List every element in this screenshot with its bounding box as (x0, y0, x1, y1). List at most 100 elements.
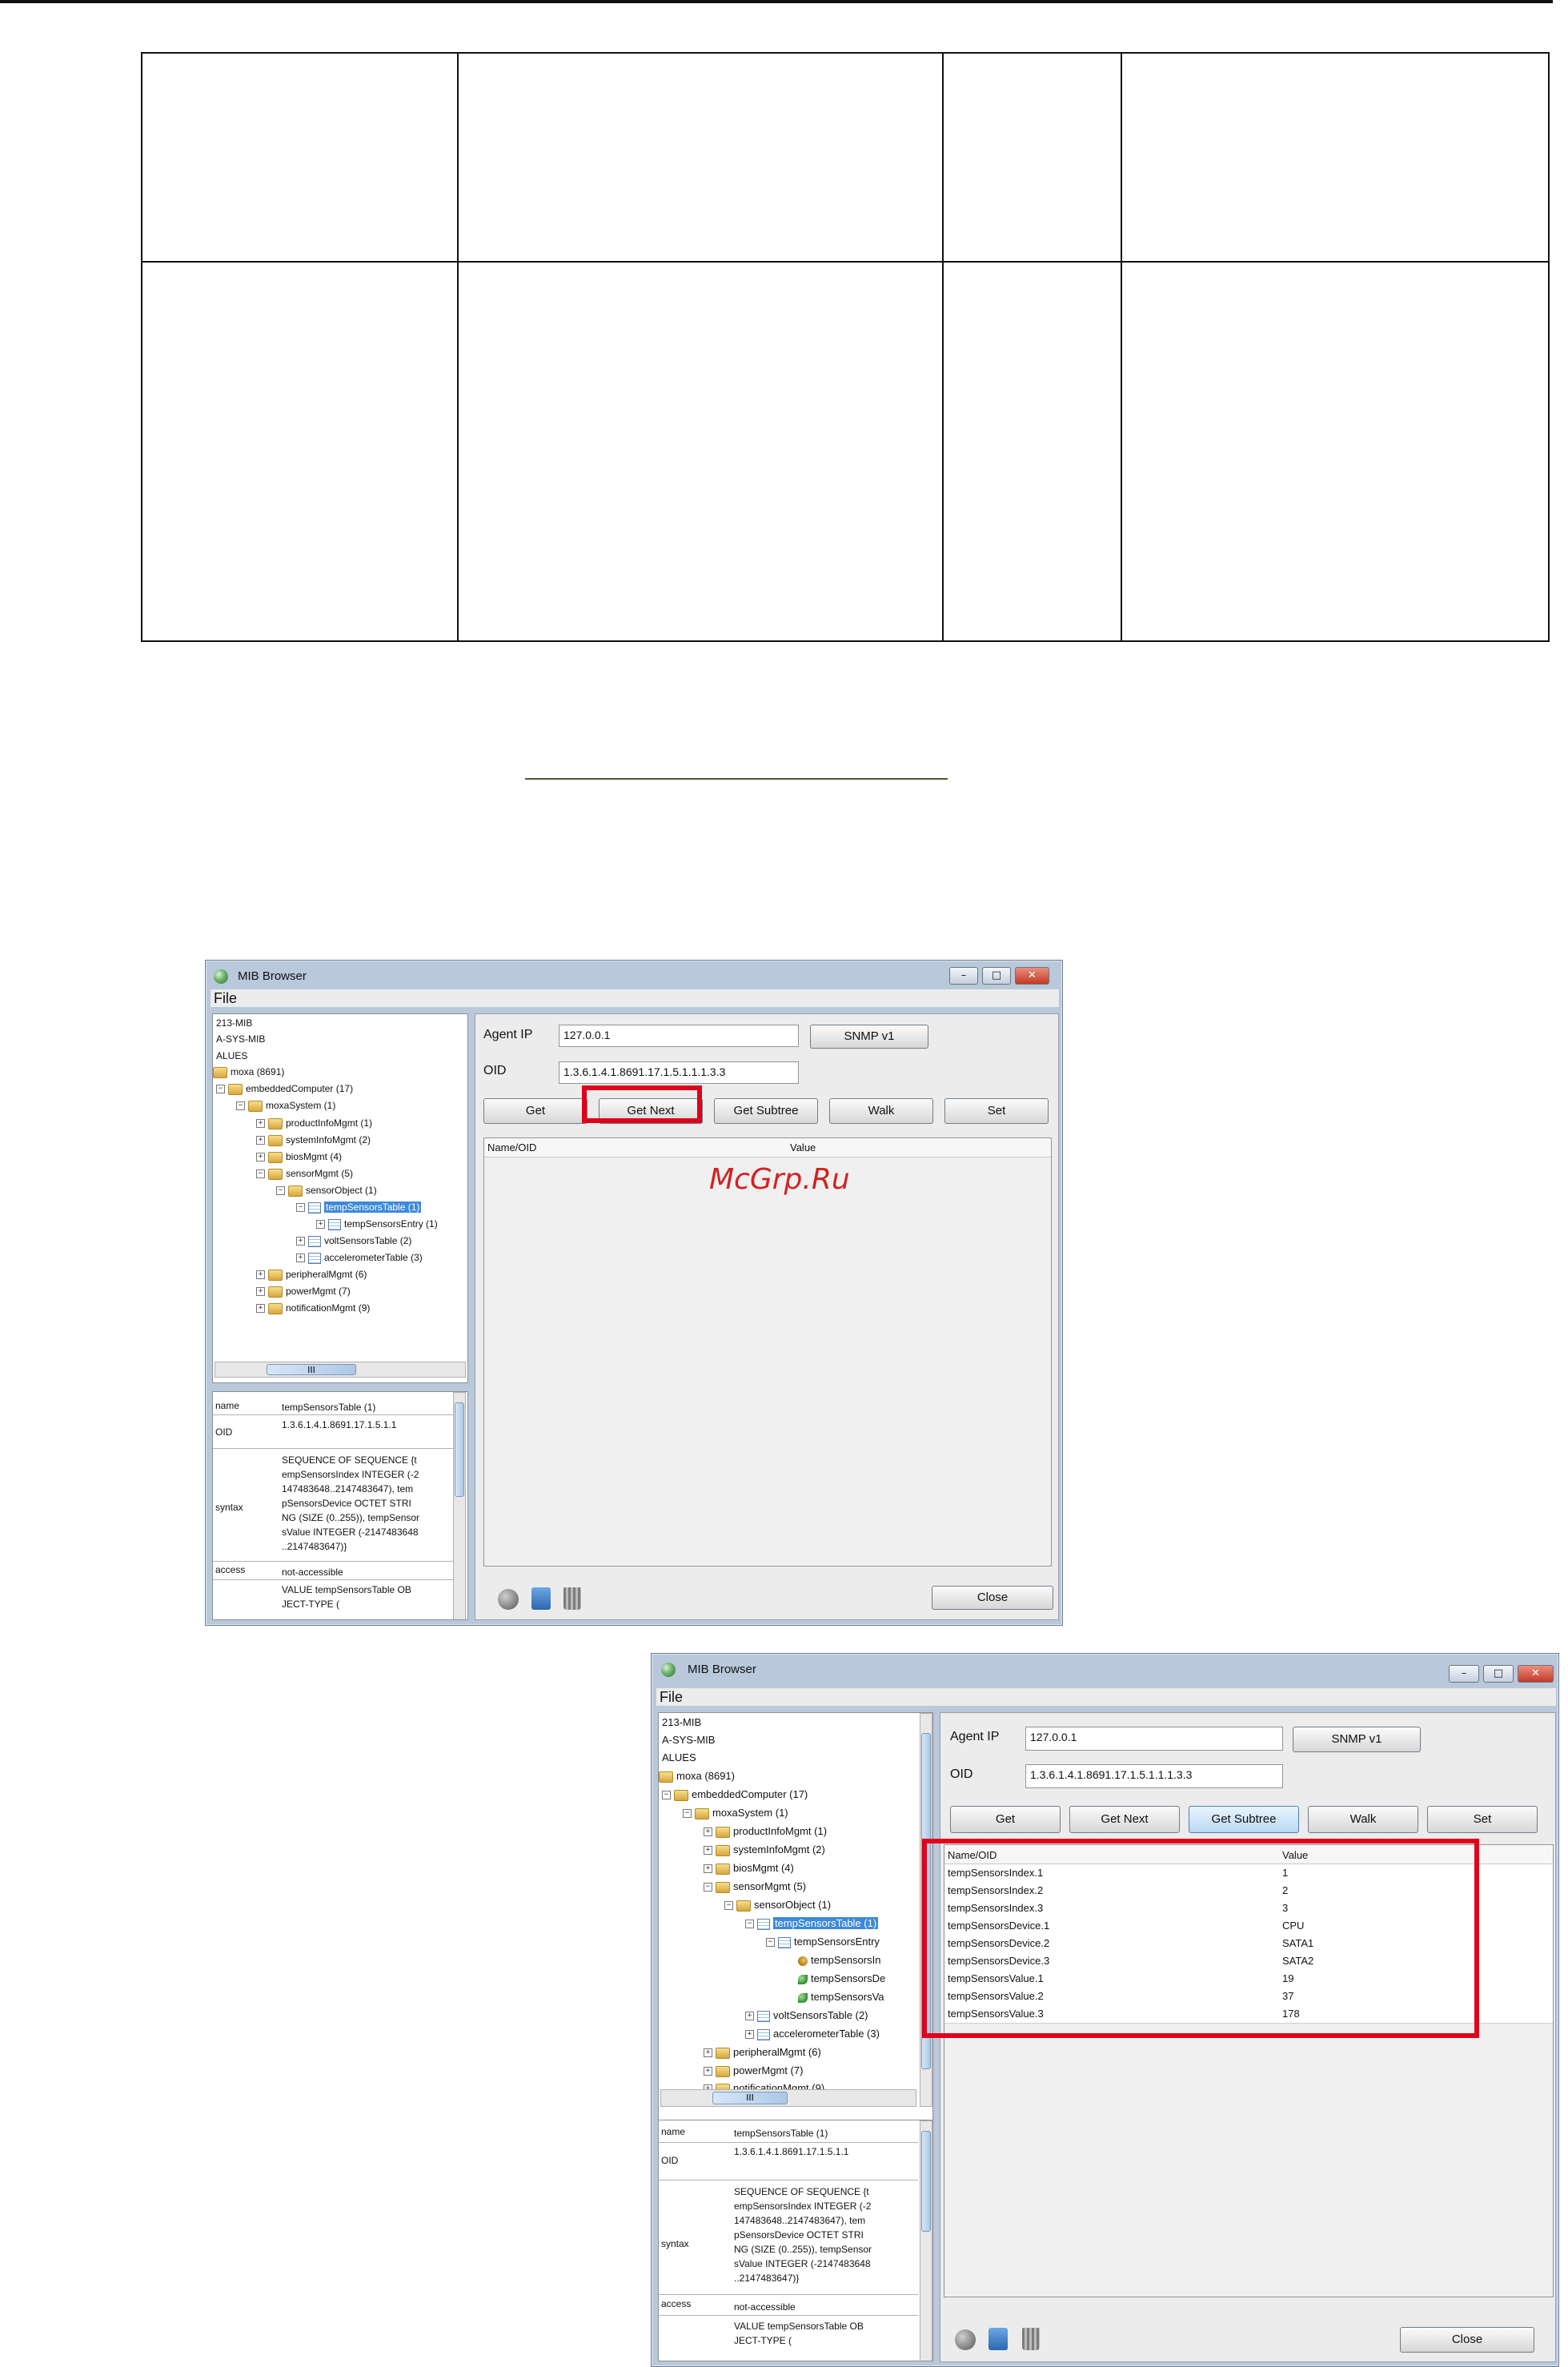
tree-horizontal-scrollbar[interactable]: III (215, 1362, 466, 1378)
menu-file[interactable]: File (214, 990, 237, 1007)
tree-item[interactable]: tempSensorsVa (798, 1990, 884, 2004)
tree-item[interactable]: A-SYS-MIB (216, 1032, 265, 1046)
tree-item[interactable]: + productInfoMgmt (1) (704, 1824, 827, 1839)
tree-item[interactable]: − sensorMgmt (5) (704, 1880, 806, 1894)
snmp-version-button[interactable]: SNMP v1 (810, 1025, 928, 1049)
maximize-button[interactable]: □ (982, 967, 1011, 985)
trash-icon[interactable] (563, 1587, 581, 1610)
table-row[interactable]: tempSensorsIndex.3 3 (944, 1900, 1553, 1918)
tree-item[interactable]: − moxaSystem (1) (683, 1806, 788, 1820)
close-window-button[interactable]: ✕ (1015, 967, 1049, 985)
tree-item[interactable]: tempSensorsIn (798, 1953, 880, 1968)
table-row[interactable]: tempSensorsValue.3 178 (944, 2005, 1553, 2024)
get-button[interactable]: Get (483, 1098, 587, 1124)
tree-item[interactable]: + voltSensorsTable (2) (745, 2008, 868, 2023)
tree-item[interactable]: − sensorObject (1) (724, 1898, 831, 1912)
close-button[interactable]: Close (1400, 2327, 1534, 2353)
minimize-button[interactable]: – (1449, 1665, 1479, 1683)
close-window-button[interactable]: ✕ (1518, 1665, 1554, 1683)
table-row[interactable]: tempSensorsValue.1 19 (944, 1970, 1553, 1988)
tree-horizontal-scrollbar[interactable]: III (660, 2089, 916, 2107)
tree-item[interactable]: + biosMgmt (4) (256, 1149, 342, 1164)
trash-icon[interactable] (1022, 2328, 1040, 2350)
tree-vertical-scrollbar[interactable] (920, 1713, 932, 2107)
oid-input[interactable]: 1.3.6.1.4.1.8691.17.1.5.1.1.1.3.3 (559, 1061, 799, 1084)
table-row[interactable]: tempSensorsDevice.1 CPU (944, 1917, 1553, 1936)
set-button[interactable]: Set (1427, 1806, 1538, 1833)
oid-input[interactable]: 1.3.6.1.4.1.8691.17.1.5.1.1.1.3.3 (1025, 1764, 1283, 1788)
set-button[interactable]: Set (944, 1098, 1049, 1124)
column-header-name-oid[interactable]: Name/OID (948, 1849, 997, 1861)
tree-item[interactable]: + voltSensorsTable (2) (296, 1234, 411, 1248)
tree-item[interactable]: + systemInfoMgmt (2) (256, 1133, 371, 1147)
column-header-value[interactable]: Value (790, 1141, 816, 1153)
stop-icon[interactable] (955, 2329, 976, 2350)
snmp-version-button[interactable]: SNMP v1 (1293, 1727, 1421, 1752)
tree-item[interactable]: − embeddedComputer (17) (662, 1787, 808, 1802)
tree-item[interactable]: + powerMgmt (7) (704, 2064, 803, 2078)
minimize-button[interactable]: – (949, 967, 978, 985)
results-table[interactable]: Name/OID Value tempSensorsIndex.1 1 tempSe… (944, 1844, 1554, 2297)
close-button[interactable]: Close (932, 1586, 1053, 1610)
get-next-button[interactable]: Get Next (599, 1098, 703, 1124)
tree-item[interactable]: moxa (8691) (213, 1065, 284, 1079)
scroll-thumb[interactable]: III (267, 1364, 356, 1375)
tree-item[interactable]: ALUES (216, 1049, 247, 1063)
agent-ip-input[interactable]: 127.0.0.1 (559, 1025, 799, 1047)
tree-item[interactable]: +notificationMgmt (9) (256, 1301, 370, 1315)
get-next-button[interactable]: Get Next (1069, 1806, 1180, 1833)
table-icon (308, 1202, 321, 1214)
maximize-button[interactable]: □ (1483, 1665, 1514, 1683)
tree-item[interactable]: tempSensorsDe (798, 1972, 885, 1986)
tree-item-selected[interactable]: − tempSensorsTable (1) (745, 1916, 879, 1931)
table-row[interactable]: tempSensorsDevice.2 SATA1 (944, 1935, 1553, 1953)
tree-item[interactable]: + tempSensorsEntry (1) (316, 1217, 438, 1231)
scroll-thumb[interactable] (921, 1733, 931, 2069)
tree-item[interactable]: − moxaSystem (1) (236, 1098, 335, 1113)
results-table[interactable]: Name/OID Value (483, 1137, 1052, 1567)
table-row[interactable]: tempSensorsIndex.2 2 (944, 1882, 1553, 1900)
result-name: tempSensorsIndex.2 (948, 1884, 1044, 1896)
tree-item[interactable]: − sensorObject (1) (276, 1183, 377, 1198)
table-row[interactable]: tempSensorsDevice.3 SATA2 (944, 1952, 1553, 1971)
tree-item[interactable]: 213-MIB (216, 1016, 252, 1030)
table-row[interactable]: tempSensorsValue.2 37 (944, 1988, 1553, 2006)
tree-item[interactable]: + powerMgmt (7) (256, 1284, 351, 1298)
properties-vertical-scrollbar[interactable] (920, 2120, 932, 2361)
agent-ip-input[interactable]: 127.0.0.1 (1025, 1727, 1283, 1751)
walk-button[interactable]: Walk (1308, 1806, 1418, 1833)
properties-vertical-scrollbar[interactable] (453, 1392, 466, 1619)
scroll-thumb[interactable]: III (712, 2092, 788, 2104)
tree-item[interactable]: + productInfoMgmt (1) (256, 1116, 372, 1130)
export-icon[interactable] (989, 2328, 1008, 2350)
result-value: CPU (1282, 1920, 1305, 1932)
folder-icon (268, 1269, 283, 1281)
export-icon[interactable] (531, 1587, 551, 1610)
scroll-thumb[interactable] (921, 2131, 931, 2232)
column-header-value[interactable]: Value (1282, 1849, 1308, 1861)
menu-file[interactable]: File (660, 1689, 683, 1706)
get-subtree-button[interactable]: Get Subtree (714, 1098, 818, 1124)
tree-item[interactable]: − sensorMgmt (5) (256, 1166, 353, 1181)
table-row[interactable]: tempSensorsIndex.1 1 (944, 1864, 1553, 1883)
column-header-name-oid[interactable]: Name/OID (487, 1141, 536, 1153)
tree-item[interactable]: − tempSensorsEntry (766, 1935, 880, 1949)
scroll-thumb[interactable] (455, 1402, 464, 1497)
tree-item[interactable]: + peripheralMgmt (6) (256, 1267, 367, 1282)
tree-item[interactable]: − embeddedComputer (17) (216, 1081, 353, 1096)
tree-item[interactable]: + accelerometerTable (3) (296, 1250, 423, 1265)
tree-item-selected[interactable]: − tempSensorsTable (1) (296, 1200, 422, 1214)
tree-item[interactable]: + systemInfoMgmt (2) (704, 1843, 825, 1857)
get-button[interactable]: Get (950, 1806, 1061, 1833)
tree-item[interactable]: 213-MIB (662, 1715, 701, 1730)
tree-item[interactable]: + accelerometerTable (3) (745, 2027, 880, 2041)
tree-item[interactable]: + peripheralMgmt (6) (704, 2045, 821, 2060)
tree-item[interactable]: A-SYS-MIB (662, 1733, 715, 1747)
tree-item[interactable]: + biosMgmt (4) (704, 1861, 794, 1876)
stop-icon[interactable] (498, 1589, 519, 1610)
get-subtree-button[interactable]: Get Subtree (1189, 1806, 1299, 1833)
tree-item[interactable]: moxa (8691) (659, 1769, 735, 1783)
agent-ip-label: Agent IP (950, 1730, 1000, 1743)
tree-item[interactable]: ALUES (662, 1751, 696, 1765)
walk-button[interactable]: Walk (829, 1098, 933, 1124)
